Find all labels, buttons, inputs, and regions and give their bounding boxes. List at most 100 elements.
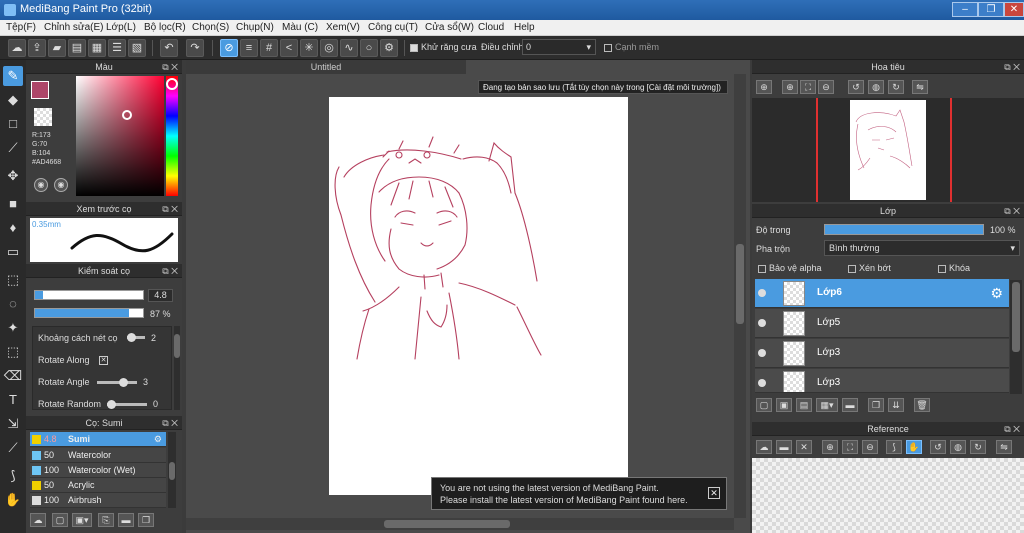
eyedropper-tool-icon[interactable]: ⟆: [3, 466, 23, 486]
brush-list-scrollbar[interactable]: [168, 432, 176, 508]
menu-capture[interactable]: Chụp(N): [236, 22, 274, 33]
menu-file[interactable]: Tệp(F): [6, 22, 36, 33]
vanishing-snap-icon[interactable]: <: [280, 39, 298, 57]
layer-opacity-slider[interactable]: [824, 224, 984, 235]
add-brush-menu-icon[interactable]: ▣▾: [72, 513, 92, 527]
zoom-in-icon[interactable]: ⊕: [822, 440, 838, 454]
rotate-left-icon[interactable]: ↺: [848, 80, 864, 94]
eye-icon[interactable]: [758, 319, 766, 327]
scrollbar-thumb[interactable]: [169, 462, 175, 480]
settings-snap-icon[interactable]: ⚙: [380, 39, 398, 57]
flip-icon[interactable]: ⇋: [996, 440, 1012, 454]
rotate-angle-handle[interactable]: [119, 378, 128, 387]
panel-controls-icon[interactable]: ⧉ ✕: [1004, 422, 1020, 436]
scrollbar-thumb[interactable]: [736, 244, 744, 324]
rotate-left-icon[interactable]: ↺: [930, 440, 946, 454]
circle-snap-icon[interactable]: ○: [360, 39, 378, 57]
rotate-random-handle[interactable]: [107, 400, 116, 409]
canvas-horizontal-scrollbar[interactable]: [186, 518, 734, 530]
brush-item[interactable]: 4.8 Sumi ⚙: [30, 432, 166, 447]
palette-add-icon[interactable]: ◉: [54, 178, 68, 192]
text-tool-icon[interactable]: T: [3, 390, 23, 410]
copy-brush-icon[interactable]: ⎘: [98, 513, 114, 527]
canvas-tab[interactable]: Untitled: [186, 60, 466, 74]
cloud-brush-icon[interactable]: ☁: [30, 513, 46, 527]
brush-item[interactable]: 100 Airbrush: [30, 493, 166, 508]
lock-checkbox[interactable]: Khóa: [938, 263, 970, 273]
undo-icon[interactable]: ↶: [160, 39, 178, 57]
menu-view[interactable]: Xem(V): [326, 22, 360, 33]
divide-tool-icon[interactable]: ⟋: [3, 438, 23, 458]
saturation-brightness-picker[interactable]: [76, 76, 164, 196]
line-tool-icon[interactable]: ⟋: [3, 138, 23, 158]
spacing-slider-handle[interactable]: [127, 333, 136, 342]
brush-item[interactable]: 50 Acrylic: [30, 478, 166, 493]
select-pen-icon[interactable]: ⬚: [3, 342, 23, 362]
navigator-viewport[interactable]: [752, 98, 1024, 202]
menu-window[interactable]: Cửa sổ(W): [425, 22, 474, 33]
brush-item[interactable]: 50 Watercolor: [30, 448, 166, 463]
hue-slider-handle[interactable]: [166, 78, 178, 90]
menu-edit[interactable]: Chỉnh sửa(E): [44, 22, 104, 33]
gradient-tool-icon[interactable]: ▭: [3, 242, 23, 262]
layer-row[interactable]: Lớp6 ⚙: [755, 279, 1009, 308]
protect-alpha-checkbox[interactable]: Bảo vệ alpha: [758, 263, 822, 273]
eye-icon[interactable]: [758, 289, 766, 297]
panel-controls-icon[interactable]: ⧉ ✕: [162, 264, 178, 278]
close-button[interactable]: ✕: [1004, 2, 1024, 17]
panel-controls-icon[interactable]: ⧉ ✕: [162, 60, 178, 74]
brush-settings-scrollbar[interactable]: [174, 326, 180, 410]
menu-select[interactable]: Chọn(S): [192, 22, 229, 33]
panel-controls-icon[interactable]: ⧉ ✕: [162, 416, 178, 430]
hue-slider[interactable]: [166, 76, 178, 196]
duplicate-layer-icon[interactable]: ❐: [868, 398, 884, 412]
menu-color[interactable]: Màu (C): [282, 22, 318, 33]
radial-snap-icon[interactable]: ✳: [300, 39, 318, 57]
close-icon[interactable]: ✕: [708, 487, 720, 499]
zoom-in-icon[interactable]: ⊕: [756, 80, 772, 94]
zoom-in-icon[interactable]: ⊕: [782, 80, 798, 94]
reset-rotation-icon[interactable]: ◍: [868, 80, 884, 94]
reference-canvas[interactable]: [752, 458, 1024, 533]
duplicate-icon[interactable]: ❐: [138, 513, 154, 527]
operation-tool-icon[interactable]: ⇲: [3, 414, 23, 434]
cloud-icon[interactable]: ☁: [8, 39, 26, 57]
shape-tool-icon[interactable]: □: [3, 114, 23, 134]
eye-icon[interactable]: [758, 379, 766, 387]
new-layer-icon[interactable]: ▢: [756, 398, 772, 412]
cross-snap-icon[interactable]: #: [260, 39, 278, 57]
gear-icon[interactable]: ⚙: [990, 285, 1003, 302]
merge-layer-icon[interactable]: ⇊: [888, 398, 904, 412]
clip-checkbox[interactable]: Xén bớt: [848, 263, 891, 273]
list-icon[interactable]: ☰: [108, 39, 126, 57]
scrollbar-thumb[interactable]: [384, 520, 510, 528]
grid-icon[interactable]: ▧: [128, 39, 146, 57]
new-1bit-layer-icon[interactable]: ▤: [796, 398, 812, 412]
rotate-random-slider[interactable]: [107, 400, 147, 409]
brush-tool-icon[interactable]: ✎: [3, 66, 23, 86]
layer-row[interactable]: Lớp3: [755, 339, 1009, 368]
snap-off-icon[interactable]: ⊘: [220, 39, 238, 57]
parallel-snap-icon[interactable]: ≡: [240, 39, 258, 57]
brush-size-slider[interactable]: [34, 290, 144, 300]
select-tool-icon[interactable]: ⬚: [3, 270, 23, 290]
scrollbar-thumb[interactable]: [1012, 282, 1020, 352]
adjust-select[interactable]: 0 ▾: [522, 39, 596, 55]
trash-icon[interactable]: 🗑: [914, 398, 930, 412]
background-color-swatch[interactable]: [34, 108, 52, 126]
eyedropper-icon[interactable]: ⟆: [886, 440, 902, 454]
soft-edge-checkbox[interactable]: Cạnh mềm: [604, 42, 659, 52]
rotate-angle-slider[interactable]: [97, 378, 137, 387]
panel-controls-icon[interactable]: ⧉ ✕: [1004, 60, 1020, 74]
rotate-right-icon[interactable]: ↻: [888, 80, 904, 94]
rotate-right-icon[interactable]: ↻: [970, 440, 986, 454]
brush-item[interactable]: 100 Watercolor (Wet): [30, 463, 166, 478]
scrollbar-thumb[interactable]: [174, 334, 180, 358]
canvas-vertical-scrollbar[interactable]: [734, 74, 746, 518]
foreground-color-swatch[interactable]: [31, 81, 49, 99]
bucket-tool-icon[interactable]: ♦: [3, 218, 23, 238]
magic-wand-icon[interactable]: ✦: [3, 318, 23, 338]
new-halftone-layer-icon[interactable]: ▣: [776, 398, 792, 412]
panel-controls-icon[interactable]: ⧉ ✕: [1004, 204, 1020, 218]
reset-rotation-icon[interactable]: ◍: [950, 440, 966, 454]
